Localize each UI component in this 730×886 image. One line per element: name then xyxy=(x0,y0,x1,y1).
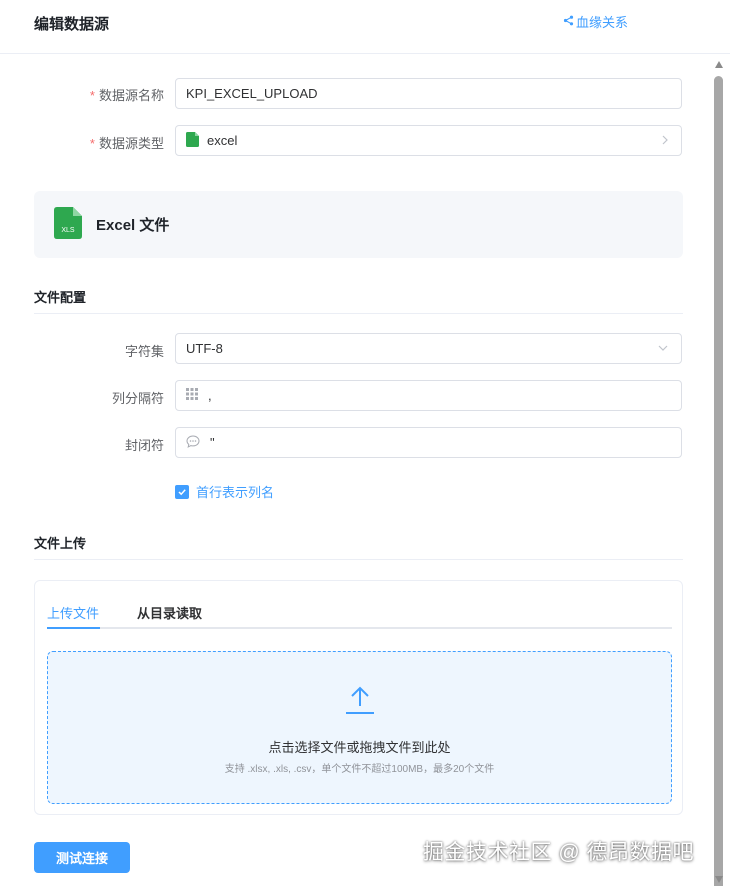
test-connection-button[interactable]: 测试连接 xyxy=(34,842,130,873)
datasource-name-input[interactable]: KPI_EXCEL_UPLOAD xyxy=(175,78,682,109)
datasource-type-label: * 数据源类型 xyxy=(89,136,164,151)
excel-xls-icon: XLS xyxy=(54,207,82,242)
dropzone-main-text: 点击选择文件或拖拽文件到此处 xyxy=(268,740,451,755)
upload-panel: 上传文件 从目录读取 点击选择文件或拖拽文件到此处 支持 .xlsx, .xls… xyxy=(34,580,683,815)
dropzone-hint-text: 支持 .xlsx, .xls, .csv，单个文件不超过100MB，最多20个文… xyxy=(224,764,495,775)
datasource-type-value: excel xyxy=(207,133,238,148)
page-title: 编辑数据源 xyxy=(34,16,110,33)
delimiter-value: , xyxy=(208,388,212,403)
chevron-down-icon xyxy=(657,342,669,357)
file-dropzone[interactable]: 点击选择文件或拖拽文件到此处 支持 .xlsx, .xls, .csv，单个文件… xyxy=(47,651,672,804)
file-upload-title: 文件上传 xyxy=(34,536,87,551)
required-asterisk: * xyxy=(89,88,95,103)
chevron-right-icon xyxy=(661,134,669,149)
upload-tabs: 上传文件 从目录读取 xyxy=(47,601,672,629)
section-divider xyxy=(34,559,683,560)
excel-file-card: XLS Excel 文件 xyxy=(34,191,683,258)
upload-icon xyxy=(345,685,375,718)
file-config-title: 文件配置 xyxy=(34,290,87,305)
lineage-label: 血缘关系 xyxy=(576,15,629,30)
required-asterisk: * xyxy=(89,136,95,151)
tab-read-from-directory[interactable]: 从目录读取 xyxy=(137,603,202,622)
datasource-type-select[interactable]: excel xyxy=(175,125,682,156)
tab-upload-file[interactable]: 上传文件 xyxy=(47,603,99,622)
enclosure-value: " xyxy=(210,435,215,450)
excel-card-title: Excel 文件 xyxy=(96,217,170,234)
xls-icon-text: XLS xyxy=(61,227,75,234)
delimiter-label: 列分隔符 xyxy=(111,391,164,406)
lineage-link[interactable]: 血缘关系 xyxy=(563,12,628,31)
scroll-up-icon[interactable] xyxy=(715,61,723,68)
header-row-label: 首行表示列名 xyxy=(196,485,275,500)
enclosure-input[interactable]: " xyxy=(175,427,682,458)
charset-label: 字符集 xyxy=(124,344,164,359)
scrollbar-thumb[interactable] xyxy=(714,76,723,886)
header-row-checkbox[interactable]: 首行表示列名 xyxy=(175,482,274,501)
charset-value: UTF-8 xyxy=(186,341,223,356)
vertical-scrollbar[interactable] xyxy=(714,60,724,886)
excel-file-icon xyxy=(186,131,199,150)
datasource-name-value: KPI_EXCEL_UPLOAD xyxy=(186,86,318,101)
active-tab-indicator xyxy=(47,627,100,629)
enclosure-label: 封闭符 xyxy=(124,438,164,453)
dialog-header: 编辑数据源 血缘关系 xyxy=(0,0,730,54)
delimiter-input[interactable]: , xyxy=(175,380,682,411)
section-divider xyxy=(34,313,683,314)
grid-icon xyxy=(186,388,198,403)
share-icon xyxy=(563,14,574,29)
chat-bubble-icon xyxy=(186,434,200,451)
checkbox-checked-icon[interactable] xyxy=(175,484,189,499)
watermark-text: 掘金技术社区 @ 德昂数据吧 xyxy=(423,841,694,864)
scroll-down-icon[interactable] xyxy=(715,876,723,883)
charset-select[interactable]: UTF-8 xyxy=(175,333,682,364)
datasource-name-label: * 数据源名称 xyxy=(89,88,164,103)
